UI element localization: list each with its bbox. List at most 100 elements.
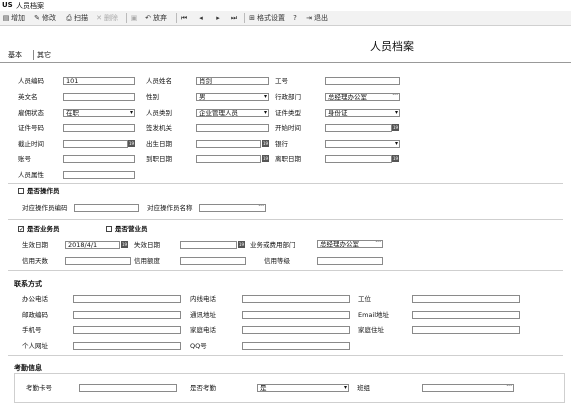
calendar-icon[interactable]: 19	[262, 140, 269, 147]
eng-name-input[interactable]	[63, 93, 135, 101]
browse-icon[interactable]: ···	[392, 94, 398, 99]
operator-checkbox[interactable]	[18, 188, 24, 194]
bank-select[interactable]	[325, 140, 400, 148]
calendar-icon[interactable]: 19	[128, 140, 135, 147]
operator-checkbox-label: 是否操作员	[27, 187, 60, 195]
browse-icon[interactable]: ···	[506, 385, 512, 390]
calendar-icon[interactable]: 19	[121, 241, 128, 248]
format-settings-button[interactable]: ⊞ 格式设置	[248, 13, 285, 23]
ext-phone-label: 内线电话	[190, 295, 216, 303]
format-icon: ⊞	[249, 14, 255, 22]
help-icon: ?	[293, 14, 297, 22]
account-input[interactable]	[63, 155, 135, 163]
address-input[interactable]	[242, 311, 350, 319]
calendar-icon[interactable]: 19	[262, 155, 269, 162]
first-icon: ⏮	[180, 14, 188, 22]
office-phone-input[interactable]	[73, 295, 181, 303]
qq-input[interactable]	[242, 342, 350, 350]
add-button[interactable]: ▤ 增加	[2, 13, 25, 23]
status-select[interactable]: 在职	[63, 109, 135, 117]
delete-button[interactable]: ✕ 删除	[95, 13, 118, 23]
id-no-input[interactable]	[63, 124, 135, 132]
mobile-input[interactable]	[73, 326, 181, 334]
birth-input[interactable]	[196, 140, 261, 148]
emp-name-label: 人员姓名	[146, 77, 172, 85]
tab-other[interactable]: 其它	[37, 50, 51, 60]
home-phone-input[interactable]	[242, 326, 350, 334]
home-address-input[interactable]	[412, 326, 520, 334]
id-type-select[interactable]: 身份证	[325, 109, 400, 117]
shift-input[interactable]: ···	[422, 384, 514, 392]
undo-button[interactable]: ↶ 放弃	[144, 13, 167, 23]
clerk-checkbox[interactable]	[106, 226, 112, 232]
app-logo: US	[2, 1, 13, 9]
station-input[interactable]	[412, 295, 520, 303]
undo-icon: ↶	[145, 14, 151, 22]
operator-name-input[interactable]: ···	[199, 204, 266, 212]
scan-icon: ⎙	[66, 14, 72, 22]
operator-name-label: 对应操作员名称	[147, 204, 193, 212]
id-no-label: 证件号码	[18, 124, 44, 132]
attr-label: 人员属性	[18, 171, 44, 179]
exit-button[interactable]: ⇥ 退出	[305, 13, 328, 23]
credit-days-input[interactable]	[65, 257, 131, 265]
category-select[interactable]: 企业管理人员	[196, 109, 269, 117]
scan-button[interactable]: ⎙ 扫描	[65, 13, 88, 23]
shift-label: 班组	[357, 384, 370, 392]
postcode-input[interactable]	[73, 311, 181, 319]
browse-icon[interactable]: ···	[258, 205, 264, 210]
credit-limit-input[interactable]	[180, 257, 246, 265]
start-time-input[interactable]	[325, 124, 392, 132]
save-icon: ▣	[130, 14, 138, 22]
save-button[interactable]: ▣	[130, 13, 138, 23]
operator-code-input[interactable]	[74, 204, 139, 212]
emp-name-input[interactable]: 肖剑	[196, 77, 269, 85]
attr-input[interactable]	[63, 171, 135, 179]
arrive-date-label: 到职日期	[146, 155, 172, 163]
gender-select[interactable]: 男	[196, 93, 269, 101]
attendance-section-title: 考勤信息	[14, 364, 42, 372]
attendance-flag-select[interactable]: 是	[257, 384, 349, 392]
calendar-icon[interactable]: 19	[238, 241, 245, 248]
expiry-date-input[interactable]	[180, 241, 237, 249]
leave-date-label: 离职日期	[275, 155, 301, 163]
effective-date-input[interactable]: 2018/4/1	[65, 241, 120, 249]
next-record-button[interactable]: ▸	[214, 13, 222, 23]
issuer-input[interactable]	[196, 124, 269, 132]
credit-grade-input[interactable]	[317, 257, 383, 265]
delete-icon: ✕	[96, 14, 102, 22]
browse-icon[interactable]: ···	[375, 241, 381, 246]
salesman-checkbox[interactable]: ✓	[18, 226, 24, 233]
last-record-button[interactable]: ⏭	[230, 13, 238, 23]
emp-code-input[interactable]: 101	[63, 77, 135, 85]
arrive-date-input[interactable]	[196, 155, 261, 163]
window-title: 人员档案	[16, 2, 44, 10]
end-time-label: 截止时间	[18, 140, 44, 148]
leave-date-input[interactable]	[325, 155, 392, 163]
dept-input[interactable]: 总经理办公室 ···	[325, 93, 400, 101]
tab-divider	[0, 62, 571, 63]
account-label: 账号	[18, 155, 31, 163]
next-icon: ▸	[216, 14, 220, 22]
biz-dept-input[interactable]: 总经理办公室 ···	[317, 240, 383, 248]
first-record-button[interactable]: ⏮	[180, 13, 188, 23]
job-no-label: 工号	[275, 77, 288, 85]
tab-basic[interactable]: 基本	[8, 50, 22, 60]
prev-icon: ◂	[199, 14, 203, 22]
card-no-input[interactable]	[79, 384, 177, 392]
edit-button[interactable]: ✎ 修改	[33, 13, 56, 23]
toolbar: ▤ 增加 ✎ 修改 ⎙ 扫描 ✕ 删除 ▣ ↶ 放弃 ⏮ ◂ ▸ ⏭ ⊞ 格式设置 ? ⇥ 退…	[0, 11, 571, 26]
biz-dept-label: 业务或费用部门	[250, 241, 296, 249]
prev-record-button[interactable]: ◂	[197, 13, 205, 23]
job-no-input[interactable]	[325, 77, 400, 85]
ext-phone-input[interactable]	[242, 295, 350, 303]
end-time-input[interactable]	[63, 140, 128, 148]
calendar-icon[interactable]: 19	[392, 124, 399, 131]
address-label: 通讯地址	[190, 311, 216, 319]
calendar-icon[interactable]: 19	[392, 155, 399, 162]
help-button[interactable]: ?	[291, 13, 299, 23]
birth-label: 出生日期	[146, 140, 172, 148]
card-no-label: 考勤卡号	[26, 384, 52, 392]
homepage-input[interactable]	[73, 342, 181, 350]
email-input[interactable]	[412, 311, 520, 319]
